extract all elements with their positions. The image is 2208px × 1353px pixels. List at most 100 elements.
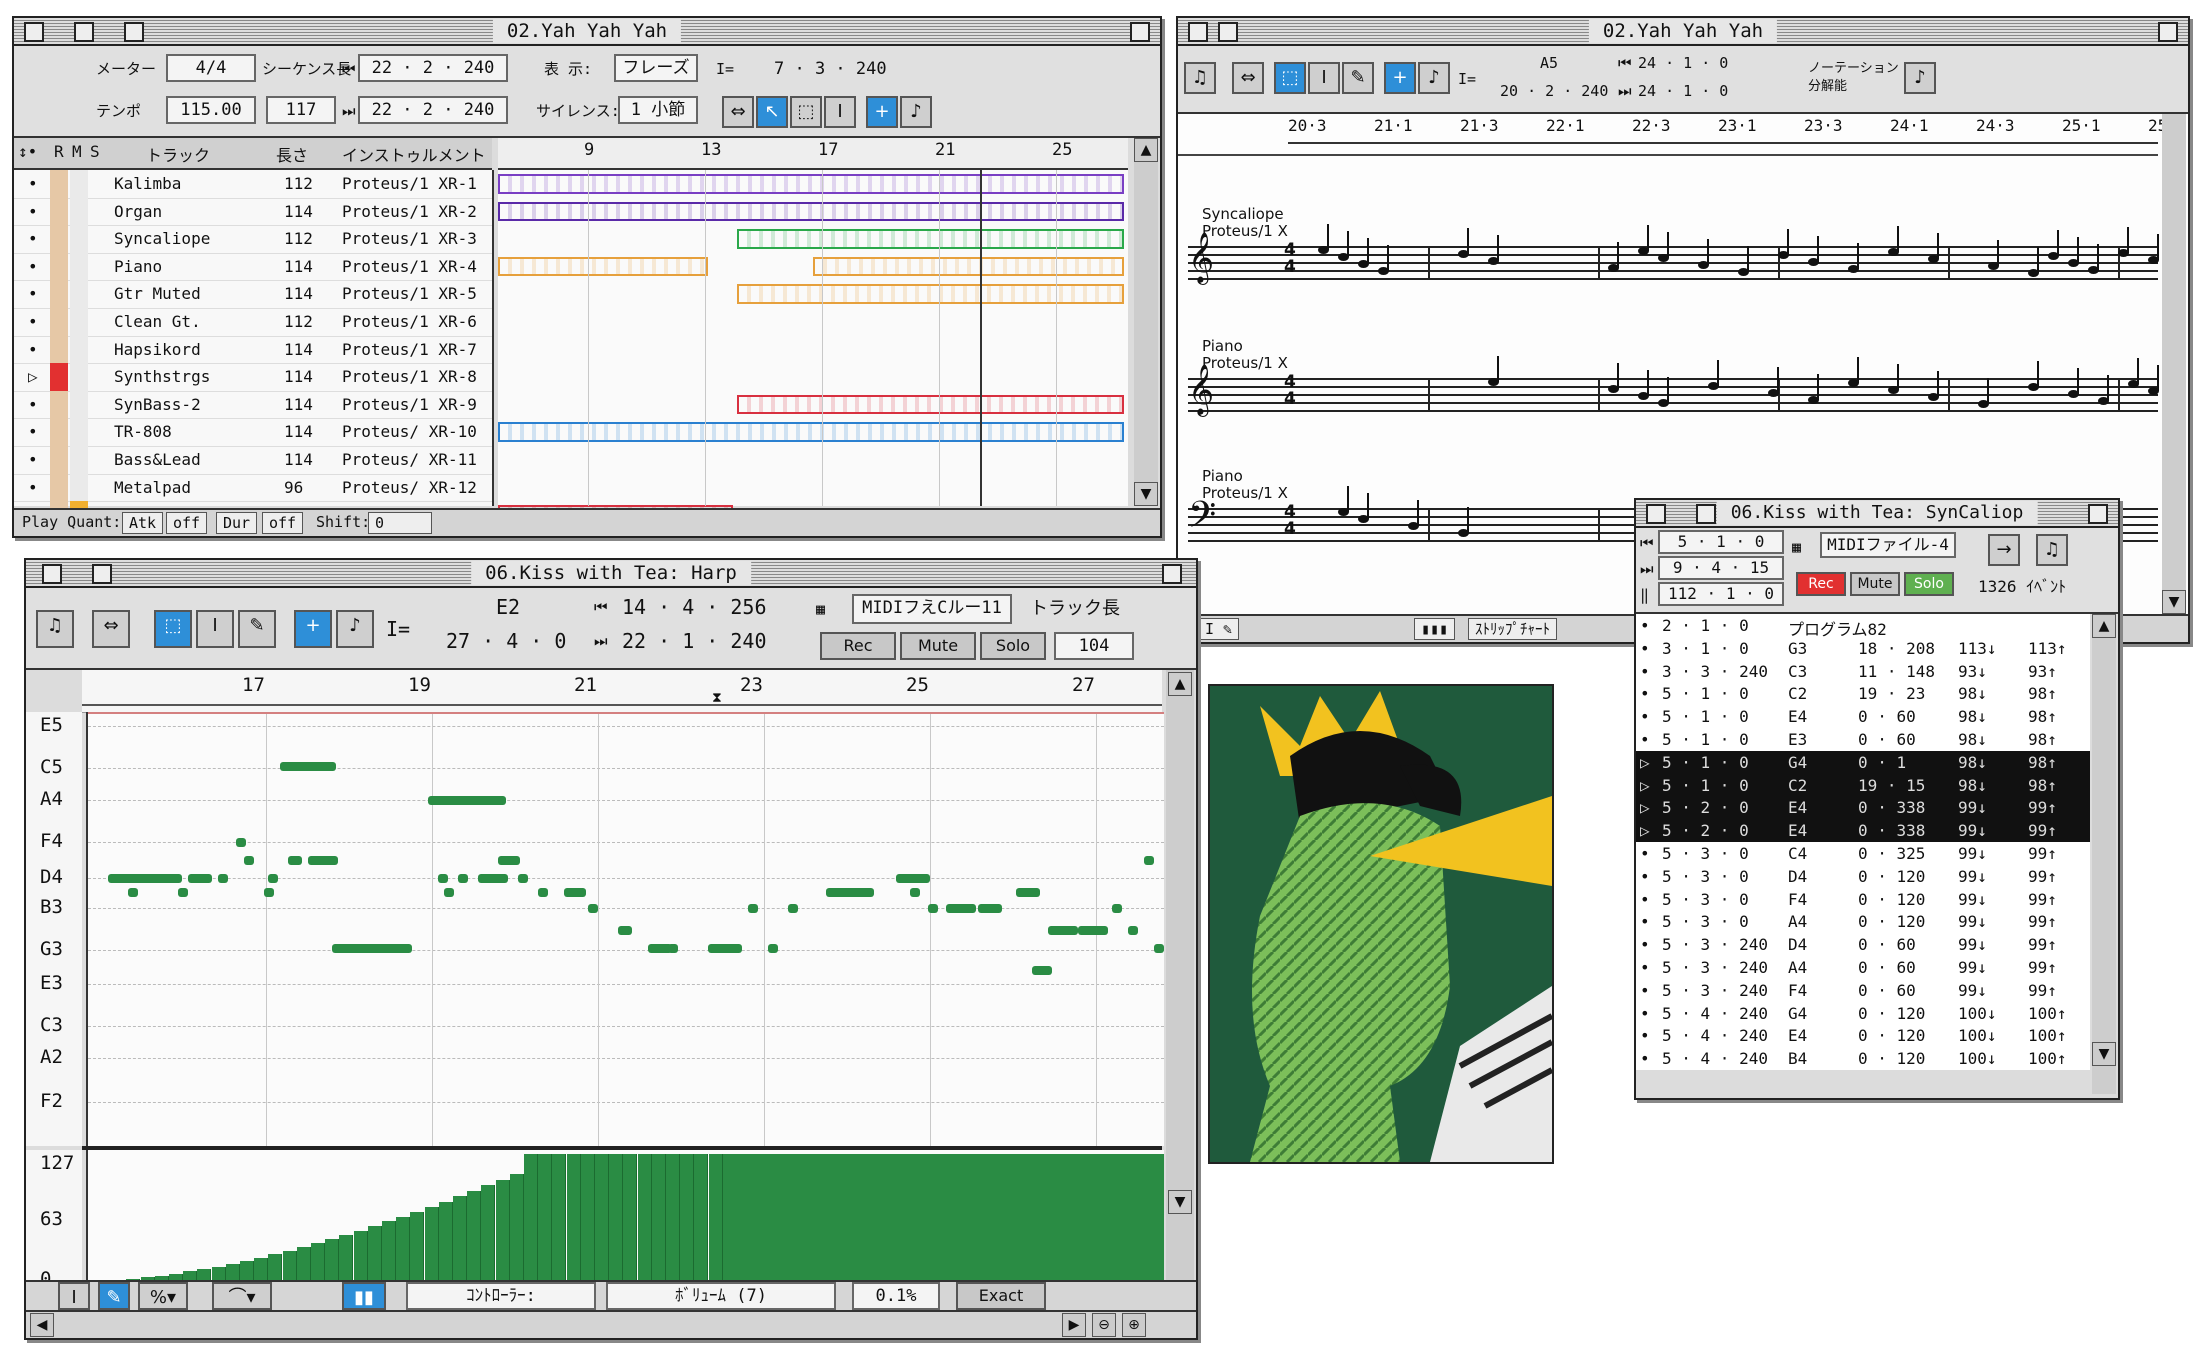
arrow-tool-icon[interactable]: ↖ — [756, 96, 788, 128]
event-list[interactable]: • 2 · 1 · 0 プログラム82 • 3 · 1 · 0 G3 18 · 208 113… — [1636, 614, 2090, 1070]
controller-bar[interactable] — [410, 1211, 425, 1280]
controller-bar[interactable] — [651, 1154, 666, 1280]
track-instrument[interactable]: Proteus/ XR-10 — [342, 422, 477, 441]
event-row[interactable]: • 5 · 3 · 0 C4 0 · 325 99↓ 99↑ — [1636, 842, 2090, 865]
event-loc-start[interactable]: 5 · 1 · 0 — [1658, 530, 1784, 554]
track-play-dot[interactable]: • — [28, 422, 38, 441]
phrase-block[interactable] — [498, 422, 1124, 442]
solo-button[interactable]: Solo — [1904, 572, 1954, 596]
track-play-dot[interactable]: • — [28, 340, 38, 359]
track-play-dot[interactable]: • — [28, 284, 38, 303]
dur-button[interactable]: Dur — [216, 512, 258, 534]
zoom-out-icon[interactable]: ⊖ — [1092, 1313, 1116, 1337]
mute-toggle[interactable] — [70, 446, 88, 474]
strip-chart-icon[interactable]: ▮▮ — [342, 1282, 386, 1310]
midi-note[interactable] — [438, 874, 448, 883]
track-row[interactable]: • Hapsikord 114 Proteus/1 XR-7 — [14, 335, 492, 365]
phrase-block[interactable] — [737, 229, 1124, 249]
controller-bar[interactable] — [694, 1154, 709, 1280]
midi-note[interactable] — [444, 888, 454, 897]
event-row[interactable]: • 5 · 4 · 240 E4 0 · 120 100↓ 100↑ — [1636, 1024, 2090, 1047]
phrase-block[interactable] — [498, 174, 1124, 194]
midi-note[interactable] — [478, 874, 508, 883]
close-box-icon[interactable] — [42, 564, 62, 584]
event-row[interactable]: • 5 · 3 · 0 A4 0 · 120 99↓ 99↑ — [1636, 910, 2090, 933]
event-loc-end[interactable]: 9 · 4 · 15 — [1658, 556, 1784, 580]
track-play-dot[interactable]: • — [28, 478, 38, 497]
scroll-up-icon[interactable]: ▲ — [1168, 672, 1192, 696]
ibeam-tool-icon[interactable]: I — [824, 96, 856, 128]
midi-thru-icon[interactable]: ♫ — [2036, 534, 2068, 566]
meter-field[interactable]: 4/4 — [166, 54, 256, 82]
marquee-tool-icon[interactable]: ⬚ — [790, 96, 822, 128]
scroll-up-icon[interactable]: ▲ — [2092, 614, 2116, 638]
event-row[interactable]: • 2 · 1 · 0 プログラム82 — [1636, 614, 2090, 639]
score-tools[interactable]: I ✎ — [1198, 618, 1240, 640]
controller-bar[interactable] — [708, 1154, 723, 1280]
track-instrument[interactable]: Proteus/ XR-11 — [342, 450, 477, 469]
mute-toggle[interactable] — [70, 363, 88, 391]
midi-note[interactable] — [244, 856, 254, 865]
mute-toggle[interactable] — [70, 473, 88, 502]
track-row[interactable]: • Organ 114 Proteus/1 XR-2 — [14, 197, 492, 227]
track-instrument[interactable]: Proteus/1 XR-3 — [342, 229, 477, 248]
score-loc-end[interactable]: 24 · 1 · 0 — [1638, 82, 1728, 100]
track-instrument[interactable]: Proteus/1 XR-4 — [342, 257, 477, 276]
record-toggle[interactable] — [50, 280, 68, 308]
track-name[interactable]: Kalimba — [114, 174, 181, 193]
note-tool-icon[interactable]: ♪ — [1418, 62, 1450, 94]
controller-bar[interactable] — [311, 1243, 325, 1280]
record-toggle[interactable] — [50, 446, 68, 474]
phrase-block[interactable] — [498, 256, 709, 277]
track-name[interactable]: SynBass-2 — [114, 395, 201, 414]
controller-bar[interactable] — [396, 1216, 411, 1280]
scroll-right-icon[interactable]: ▶ — [1062, 1313, 1086, 1337]
loc-start-field[interactable]: 22 · 2 · 240 — [358, 54, 508, 82]
controller-bar[interactable] — [325, 1239, 340, 1280]
solo-button[interactable]: Solo — [980, 632, 1046, 660]
score-window-titlebar[interactable]: 02.Yah Yah Yah — [1178, 18, 2188, 46]
controller-bar[interactable] — [382, 1221, 396, 1280]
event-row[interactable]: • 3 · 1 · 0 G3 18 · 208 113↓ 113↑ — [1636, 637, 2090, 660]
mute-button[interactable]: Mute — [1850, 572, 1900, 596]
pencil-tool-icon[interactable]: ✎ — [98, 1282, 130, 1310]
midi-note[interactable] — [1128, 926, 1138, 935]
midi-note[interactable] — [264, 888, 274, 897]
track-play-dot[interactable]: • — [28, 202, 38, 221]
midi-note[interactable] — [1048, 926, 1078, 935]
harp-loc-start[interactable]: 14 · 4 · 256 — [622, 597, 767, 617]
phrase-block[interactable] — [737, 284, 1124, 304]
controller-bar[interactable] — [467, 1190, 482, 1280]
track-instrument[interactable]: Proteus/ XR-12 — [342, 478, 477, 497]
track-play-dot[interactable]: ▷ — [28, 367, 38, 386]
mute-toggle[interactable] — [70, 197, 88, 226]
record-toggle[interactable] — [50, 225, 68, 253]
record-toggle[interactable] — [50, 418, 68, 446]
mute-toggle[interactable] — [70, 225, 88, 253]
collapse-box-icon[interactable] — [1696, 504, 1716, 524]
marquee-tool-icon[interactable]: ⬚ — [1274, 62, 1306, 94]
track-play-dot[interactable]: • — [28, 395, 38, 414]
track-play-dot[interactable]: • — [28, 174, 38, 193]
controller-bar[interactable] — [609, 1154, 624, 1280]
event-row[interactable]: • 5 · 4 · 240 B4 0 · 120 100↓ 100↑ — [1636, 1047, 2090, 1070]
event-row[interactable]: • 5 · 3 · 0 D4 0 · 120 99↓ 99↑ — [1636, 865, 2090, 888]
zoom-box-icon[interactable] — [2158, 22, 2178, 42]
zoom-box-icon[interactable] — [1162, 564, 1182, 584]
ibeam-tool-icon[interactable]: I — [196, 610, 234, 648]
close-box-icon[interactable] — [1188, 22, 1208, 42]
controller-bar[interactable] — [552, 1154, 567, 1280]
controller-bar[interactable] — [623, 1154, 638, 1280]
collapse-box-icon[interactable] — [74, 22, 94, 42]
track-name[interactable]: Hapsikord — [114, 340, 201, 359]
event-window-titlebar[interactable]: 06.Kiss with Tea: SynCaliop — [1636, 500, 2118, 528]
percent-tool-icon[interactable]: %▾ — [138, 1282, 188, 1310]
midi-note[interactable] — [1016, 888, 1040, 897]
midi-note[interactable] — [428, 796, 506, 805]
track-row[interactable]: ▷ Synthstrgs 114 Proteus/1 XR-8 — [14, 363, 492, 392]
event-row[interactable]: • 5 · 3 · 0 F4 0 · 120 99↓ 99↑ — [1636, 888, 2090, 911]
event-vscroll[interactable]: ▲ ▼ — [2092, 614, 2116, 1094]
controller-bar[interactable] — [595, 1154, 609, 1280]
midi-note[interactable] — [142, 874, 182, 883]
controller-bar[interactable] — [339, 1234, 354, 1280]
